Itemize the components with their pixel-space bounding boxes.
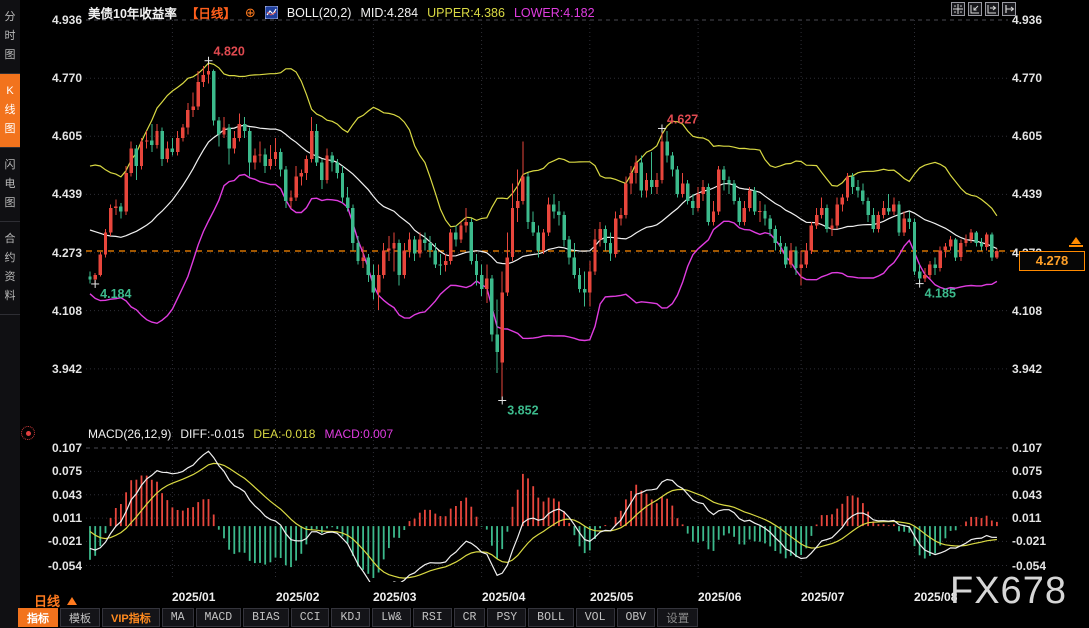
price-annotation: 4.627 — [658, 112, 698, 132]
boll-lower-value: LOWER:4.182 — [514, 6, 595, 20]
price-annotation: 4.184 — [91, 280, 131, 301]
svg-text:4.820: 4.820 — [214, 45, 245, 59]
toolbar-tab-indicators[interactable]: 指标 — [18, 608, 58, 627]
circle-plus-icon[interactable]: ⊕ — [245, 5, 256, 21]
instrument-title: 美债10年收益率 — [88, 3, 177, 22]
live-record-icon — [21, 426, 35, 440]
crosshair-tool-icon[interactable] — [951, 2, 965, 16]
last-price-tag: 4.278 — [1019, 251, 1085, 271]
indicator-toolbar: 指标模板VIP指标MAMACDBIASCCIKDJLW&RSICRPSYBOLL… — [18, 607, 700, 628]
toolbar-tab-cci[interactable]: CCI — [291, 608, 330, 627]
chart-tool-buttons — [951, 2, 1016, 16]
macd-legend-bar: MACD(26,12,9) DIFF:-0.015 DEA:-0.018 MAC… — [88, 427, 393, 441]
toolbar-tab-bias[interactable]: BIAS — [243, 608, 289, 627]
macd-dea-value: DEA:-0.018 — [253, 427, 315, 441]
sidebar-tab-time-chart[interactable]: 分时图 — [0, 0, 20, 74]
chart-legend-bar: 美债10年收益率 【日线】 ⊕ BOLL(20,2) MID:4.284 UPP… — [88, 3, 595, 22]
period-tag[interactable]: 【日线】 — [186, 3, 236, 22]
svg-text:3.852: 3.852 — [507, 403, 538, 417]
price-annotation: 4.185 — [916, 280, 956, 301]
trading-app: { "header": { "instrument": "美债10年收益率", … — [0, 0, 1089, 628]
macd-params-label: MACD(26,12,9) — [88, 427, 171, 441]
toolbar-tab-ma[interactable]: MA — [162, 608, 194, 627]
svg-text:4.184: 4.184 — [100, 287, 131, 301]
scroll-to-latest-button[interactable] — [1069, 237, 1083, 247]
price-annotation: 3.852 — [498, 396, 538, 417]
pan-right-icon[interactable] — [1002, 2, 1016, 16]
price-annotation: 4.820 — [205, 45, 245, 65]
toolbar-tab-templates[interactable]: 模板 — [60, 608, 100, 627]
compress-right-icon[interactable] — [985, 2, 999, 16]
up-triangle-icon — [67, 597, 77, 605]
watermark-logo: FX678 — [950, 570, 1067, 613]
sidebar-tab-contract-info[interactable]: 合约资料 — [0, 222, 20, 315]
toolbar-tab-vol[interactable]: VOL — [576, 608, 615, 627]
boll-upper-value: UPPER:4.386 — [427, 6, 505, 20]
boll-mid-value: MID:4.284 — [360, 6, 418, 20]
toolbar-tab-kdj[interactable]: KDJ — [331, 608, 370, 627]
sidebar-tab-flash-chart[interactable]: 闪电图 — [0, 148, 20, 222]
toolbar-tab-macd[interactable]: MACD — [196, 608, 242, 627]
candlestick-chart[interactable]: 4.184 4.820 3.852 4.627 4.185 — [0, 0, 1089, 628]
chart-type-sidebar: 分时图K线图闪电图合约资料 — [0, 0, 20, 628]
toolbar-tab-cr[interactable]: CR — [454, 608, 486, 627]
sidebar-tab-kline-chart[interactable]: K线图 — [0, 74, 20, 148]
toolbar-tab-vip-indicators[interactable]: VIP指标 — [102, 608, 160, 627]
boll-bands-layer — [90, 63, 997, 341]
toolbar-tab-settings[interactable]: 设置 — [657, 608, 698, 627]
macd-hist-value: MACD:0.007 — [324, 427, 393, 441]
svg-text:4.185: 4.185 — [925, 287, 956, 301]
toolbar-tab-lw[interactable]: LW& — [372, 608, 411, 627]
toolbar-tab-psy[interactable]: PSY — [487, 608, 526, 627]
boll-params-label: BOLL(20,2) — [287, 6, 352, 20]
compress-left-icon[interactable] — [968, 2, 982, 16]
macd-layer — [90, 451, 997, 591]
toolbar-tab-boll[interactable]: BOLL — [528, 608, 574, 627]
toolbar-tab-obv[interactable]: OBV — [617, 608, 656, 627]
mini-chart-icon[interactable] — [265, 6, 278, 19]
toolbar-tab-rsi[interactable]: RSI — [413, 608, 452, 627]
svg-text:4.627: 4.627 — [667, 112, 698, 126]
candles-layer — [88, 61, 998, 401]
macd-diff-value: DIFF:-0.015 — [180, 427, 244, 441]
